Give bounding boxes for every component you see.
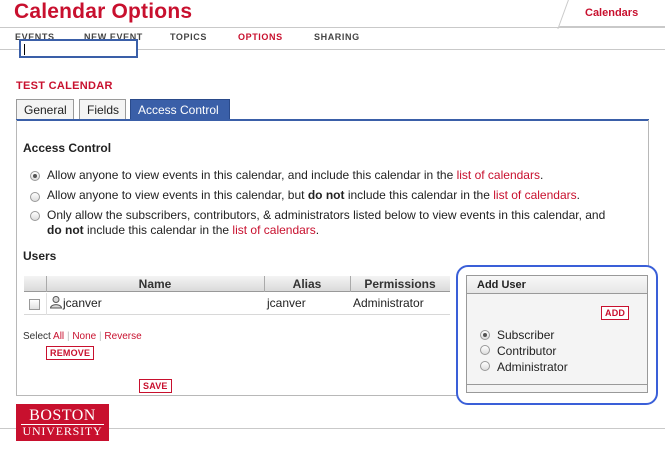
user-alias: jcanver <box>267 296 306 310</box>
list-of-calendars-link[interactable]: list of calendars <box>232 223 315 237</box>
page-title: Calendar Options <box>14 0 193 23</box>
access-option-2-text: Allow anyone to view events in this cale… <box>47 188 580 203</box>
option-3-line1: Only allow the subscribers, contributors… <box>47 208 606 222</box>
role-administrator-label: Administrator <box>497 360 568 374</box>
option-3-period: . <box>315 223 320 237</box>
option-2-middle: include this calendar in the <box>344 188 494 202</box>
role-subscriber-radio[interactable] <box>480 330 490 340</box>
col-permissions[interactable]: Permissions <box>350 277 450 291</box>
role-subscriber-label: Subscriber <box>497 328 555 342</box>
option-3-middle: include this calendar in the <box>83 223 233 237</box>
select-label: Select <box>23 331 51 342</box>
col-alias[interactable]: Alias <box>264 277 350 291</box>
list-of-calendars-link[interactable]: list of calendars <box>493 188 576 202</box>
access-option-1-text: Allow anyone to view events in this cale… <box>47 168 543 183</box>
select-divider: | <box>99 331 102 342</box>
tab-access-control[interactable]: Access Control <box>130 99 230 120</box>
user-icon <box>49 296 63 309</box>
users-heading: Users <box>23 249 57 263</box>
nav-topics[interactable]: TOPICS <box>170 32 207 42</box>
add-user-input[interactable] <box>19 39 138 58</box>
users-table-header: Name Alias Permissions <box>24 276 450 292</box>
calendars-tab[interactable]: Calendars <box>557 0 665 27</box>
access-option-3-radio[interactable] <box>30 211 40 221</box>
boston-university-logo: BOSTON UNIVERSITY <box>16 404 109 441</box>
col-name[interactable]: Name <box>46 277 264 291</box>
access-option-1-radio[interactable] <box>30 171 40 181</box>
option-1-period: . <box>539 168 544 182</box>
tab-general[interactable]: General <box>16 99 74 120</box>
nav-options[interactable]: OPTIONS <box>238 32 283 42</box>
role-contributor-radio[interactable] <box>480 345 490 355</box>
row-sep <box>46 293 47 315</box>
role-administrator-radio[interactable] <box>480 361 490 371</box>
calendar-name: TEST CALENDAR <box>16 80 113 92</box>
select-none-link[interactable]: None <box>72 331 96 342</box>
option-2-period: . <box>576 188 580 202</box>
add-user-bottom-divider <box>467 384 647 385</box>
select-divider: | <box>66 331 70 342</box>
option-2-bold: do not <box>307 188 345 202</box>
logo-line-2: UNIVERSITY <box>22 424 103 438</box>
remove-button[interactable]: REMOVE <box>46 346 95 360</box>
logo-line-1: BOSTON <box>29 407 96 424</box>
nav-sharing[interactable]: SHARING <box>314 32 360 42</box>
access-control-heading: Access Control <box>23 141 112 155</box>
add-user-button[interactable]: ADD <box>601 306 630 320</box>
user-name[interactable]: jcanver <box>63 296 102 310</box>
role-contributor-label: Contributor <box>497 344 557 358</box>
save-button[interactable]: SAVE <box>139 379 172 393</box>
add-user-panel: Add User <box>466 275 648 393</box>
option-1-text: Allow anyone to view events in this cale… <box>47 168 457 182</box>
add-user-title: Add User <box>467 276 647 294</box>
select-controls: Select All | None | Reverse <box>23 331 142 342</box>
table-row: jcanver jcanver Administrator <box>24 293 450 315</box>
list-of-calendars-link[interactable]: list of calendars <box>457 168 540 182</box>
option-2-text: Allow anyone to view events in this cale… <box>47 188 308 202</box>
user-permissions: Administrator <box>353 296 424 310</box>
tab-fields[interactable]: Fields <box>79 99 126 120</box>
option-3-bold: do not <box>47 223 84 237</box>
select-all-link[interactable]: All <box>53 331 64 342</box>
access-option-3-text: Only allow the subscribers, contributors… <box>47 208 647 238</box>
access-option-2-radio[interactable] <box>30 192 40 202</box>
select-reverse-link[interactable]: Reverse <box>104 331 141 342</box>
row-checkbox[interactable] <box>29 299 40 310</box>
